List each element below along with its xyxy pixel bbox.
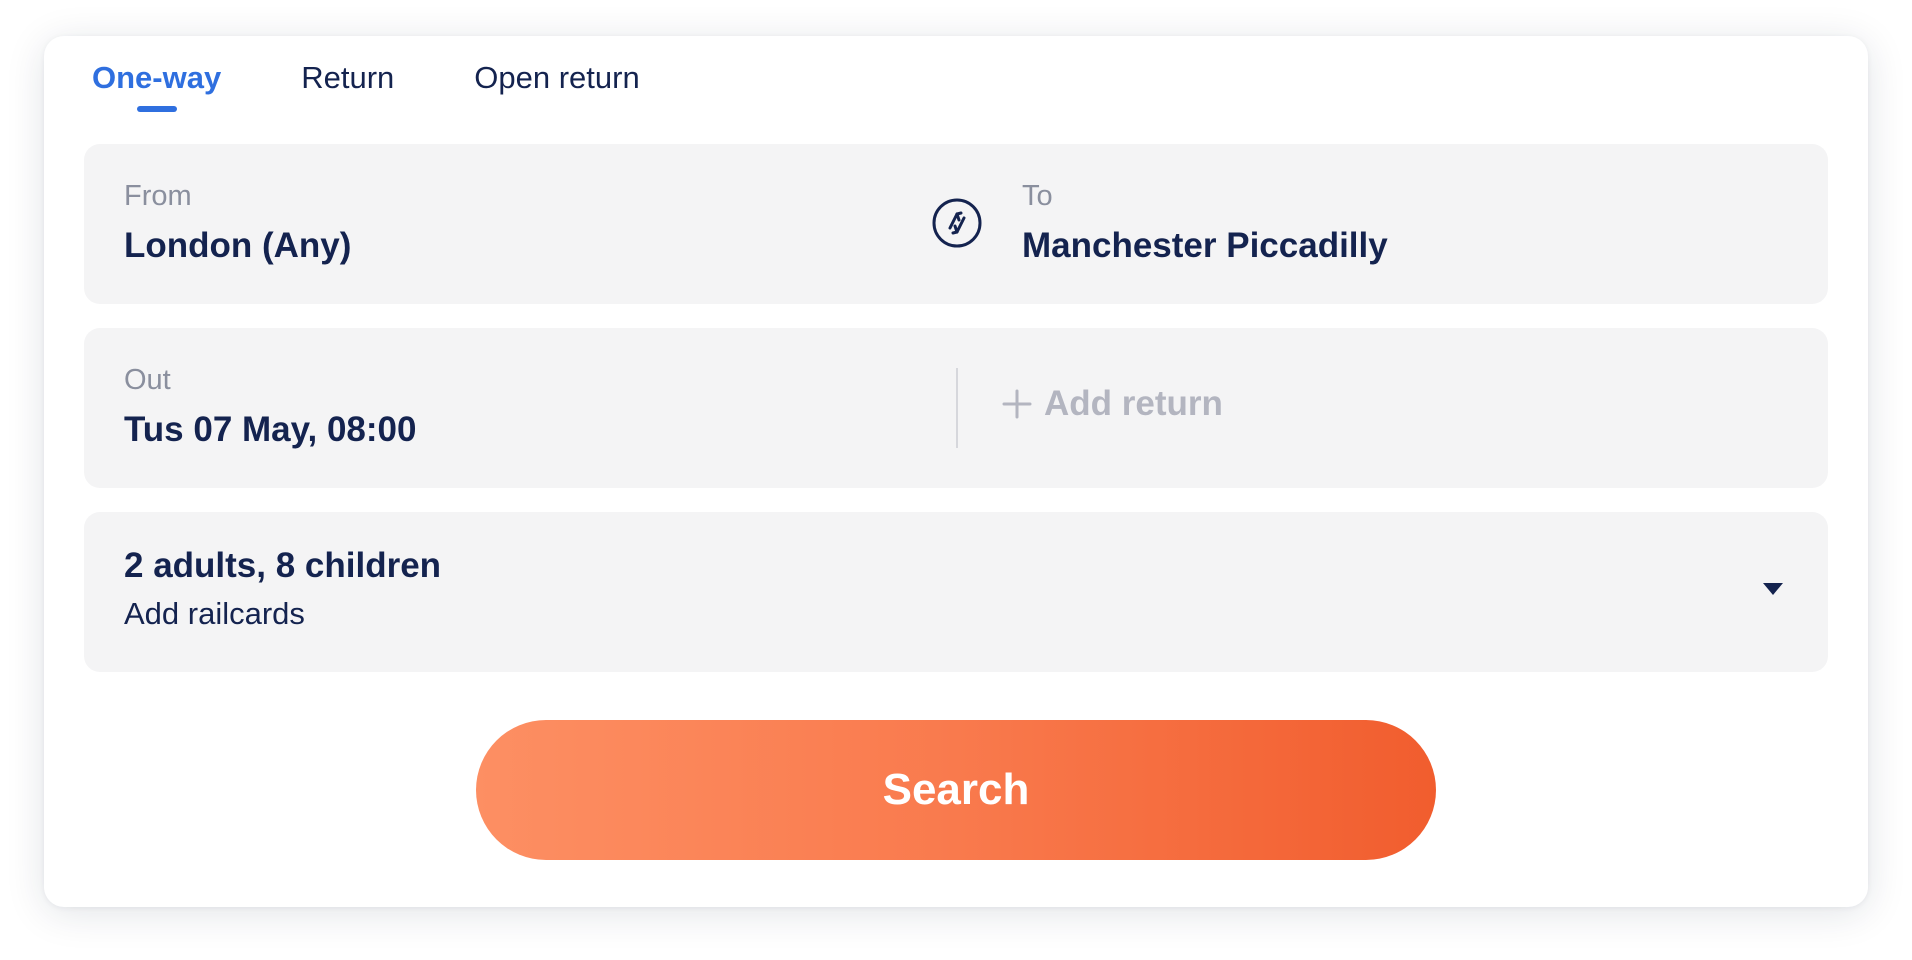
journey-search-card: One-way Return Open return From London (… bbox=[44, 36, 1868, 907]
passenger-selector[interactable]: 2 adults, 8 children Add railcards bbox=[84, 512, 1828, 672]
caret-down-icon[interactable] bbox=[1762, 582, 1784, 596]
to-label: To bbox=[1022, 180, 1053, 212]
out-date-value[interactable]: Tus 07 May, 08:00 bbox=[124, 410, 416, 450]
out-label: Out bbox=[124, 364, 171, 396]
tab-one-way-label: One-way bbox=[92, 60, 222, 95]
tab-one-way[interactable]: One-way bbox=[92, 36, 222, 112]
to-station-value[interactable]: Manchester Piccadilly bbox=[1022, 226, 1388, 266]
tab-open-return-label: Open return bbox=[474, 60, 640, 95]
add-return-label: Add return bbox=[1044, 384, 1223, 423]
date-divider bbox=[956, 368, 958, 448]
from-station-value[interactable]: London (Any) bbox=[124, 226, 351, 266]
add-return-button[interactable]: Add return bbox=[1002, 384, 1223, 424]
journey-type-tabs: One-way Return Open return bbox=[92, 36, 720, 146]
swap-stations-icon bbox=[932, 198, 982, 248]
plus-icon bbox=[1002, 389, 1032, 419]
route-fields: From London (Any) To Manchester Piccadil… bbox=[84, 144, 1828, 304]
passenger-summary: 2 adults, 8 children bbox=[124, 546, 442, 585]
add-railcards-link[interactable]: Add railcards bbox=[124, 596, 305, 632]
swap-stations-button[interactable] bbox=[930, 196, 984, 250]
tab-open-return[interactable]: Open return bbox=[474, 36, 639, 96]
tab-return-label: Return bbox=[301, 60, 395, 95]
from-label: From bbox=[124, 180, 192, 212]
search-button[interactable]: Search bbox=[476, 720, 1436, 860]
date-fields: Out Tus 07 May, 08:00 Add return bbox=[84, 328, 1828, 488]
active-tab-indicator bbox=[136, 106, 177, 112]
tab-return[interactable]: Return bbox=[301, 36, 394, 96]
